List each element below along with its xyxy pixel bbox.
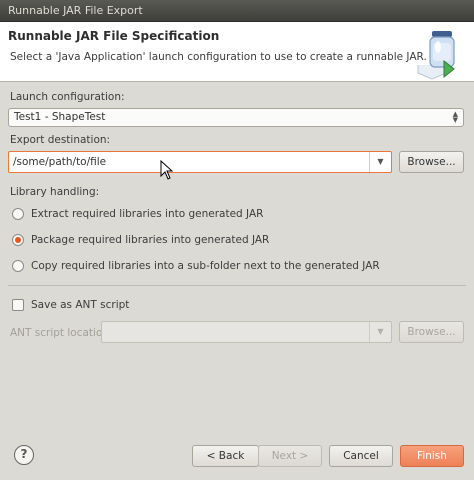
ant-location-combo: ▼ <box>101 321 392 343</box>
jar-export-icon <box>417 31 455 80</box>
dropdown-arrow-icon[interactable]: ▼ <box>369 152 391 172</box>
window-titlebar: Runnable JAR File Export <box>0 0 474 22</box>
save-ant-label[interactable]: Save as ANT script <box>31 299 129 311</box>
page-title: Runnable JAR File Specification <box>8 29 220 43</box>
radio-extract[interactable] <box>12 208 24 220</box>
ant-location-label: ANT script location: <box>10 327 113 339</box>
launch-config-label: Launch configuration: <box>10 91 125 103</box>
page-description: Select a 'Java Application' launch confi… <box>10 51 427 63</box>
radio-package-label[interactable]: Package required libraries into generate… <box>31 234 269 246</box>
wizard-header: Runnable JAR File Specification Select a… <box>0 22 474 82</box>
finish-button[interactable]: Finish <box>400 445 464 467</box>
radio-copy[interactable] <box>12 260 24 272</box>
export-browse-button[interactable]: Browse... <box>399 151 464 173</box>
export-destination-input[interactable] <box>13 155 353 169</box>
window-title: Runnable JAR File Export <box>8 4 143 17</box>
next-button: Next > <box>258 445 322 467</box>
dropdown-arrow-icon: ▼ <box>369 322 391 342</box>
radio-extract-label[interactable]: Extract required libraries into generate… <box>31 208 263 220</box>
mouse-cursor-icon <box>160 160 174 180</box>
save-ant-checkbox[interactable] <box>12 299 24 311</box>
radio-package[interactable] <box>12 234 24 246</box>
ant-browse-button: Browse... <box>399 321 464 343</box>
back-button[interactable]: < Back <box>192 445 259 467</box>
library-handling-label: Library handling: <box>10 186 100 198</box>
export-destination-combo[interactable]: ▼ <box>8 151 392 173</box>
spin-arrows-icon: ▲ ▼ <box>452 110 458 124</box>
help-icon[interactable]: ? <box>14 445 34 465</box>
launch-config-value: Test1 - ShapeTest <box>14 111 106 123</box>
export-destination-label: Export destination: <box>10 134 111 146</box>
section-divider <box>8 285 466 286</box>
radio-copy-label[interactable]: Copy required libraries into a sub-folde… <box>31 260 380 272</box>
launch-config-select[interactable]: Test1 - ShapeTest ▲ ▼ <box>8 108 464 127</box>
cancel-button[interactable]: Cancel <box>329 445 393 467</box>
